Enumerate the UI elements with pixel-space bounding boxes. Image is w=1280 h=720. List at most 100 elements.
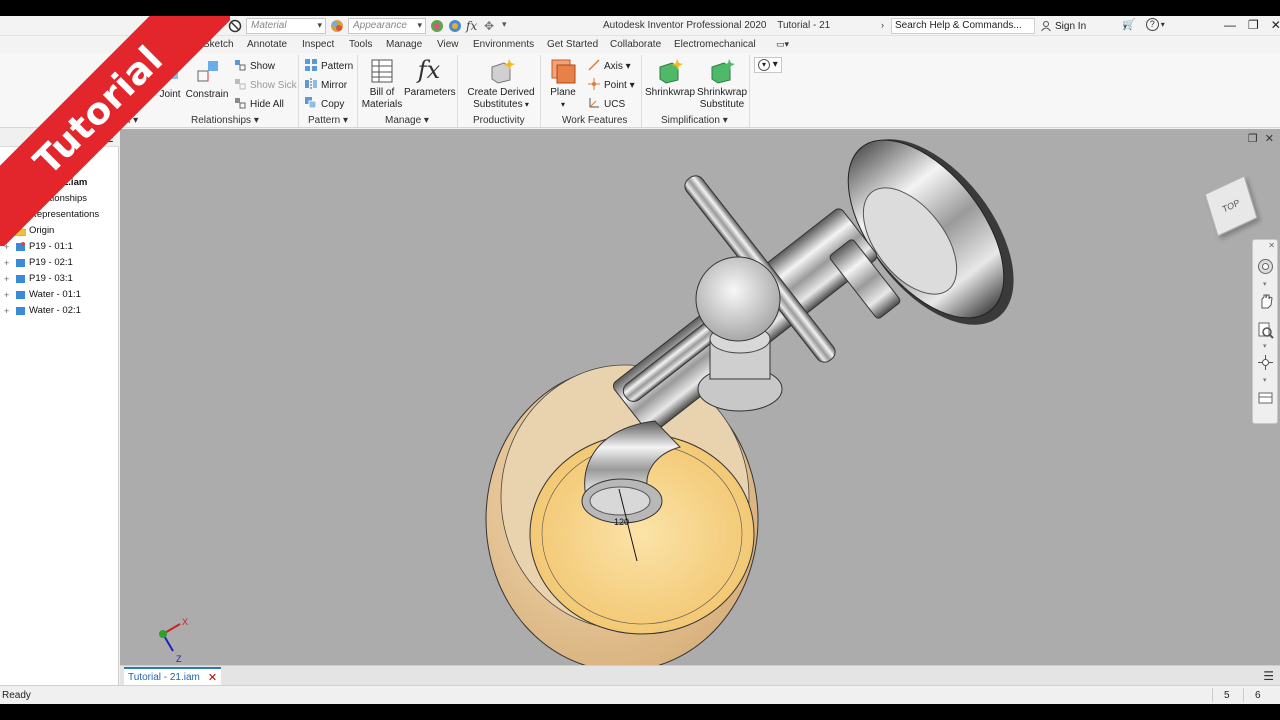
viewport-restore-icon[interactable]: ❐ — [1248, 133, 1258, 145]
mirror-button[interactable]: Mirror — [305, 78, 347, 91]
expand-icon[interactable]: + — [4, 242, 12, 252]
expand-icon[interactable]: + — [4, 306, 12, 316]
tab-electromechanical[interactable]: Electromechanical — [674, 39, 756, 50]
steering-wheel-icon[interactable] — [1257, 258, 1274, 275]
clear-appearance-icon[interactable] — [448, 19, 462, 33]
expand-icon[interactable]: + — [4, 226, 12, 236]
tab-tools[interactable]: Tools — [349, 39, 372, 50]
shrinkwrap-button[interactable]: Shrinkwrap — [645, 57, 695, 99]
tree-item-origin[interactable]: + Origin — [4, 225, 54, 236]
panel-label-position[interactable]: ion ▾ — [117, 115, 138, 126]
tab-inspect[interactable]: Inspect — [302, 39, 334, 50]
joint-button[interactable]: Joint — [158, 57, 182, 101]
ribbon-options-icon[interactable]: ▭▾ — [776, 39, 789, 50]
minimize-icon[interactable]: — — [1224, 18, 1236, 32]
constrain-button[interactable]: Constrain — [185, 57, 229, 101]
parameters-button[interactable]: fx Parameters — [404, 57, 456, 99]
tab-collaborate[interactable]: Collaborate — [610, 39, 661, 50]
expand-icon[interactable]: + — [4, 274, 12, 284]
panel-divider — [749, 55, 750, 127]
tab-annotate[interactable]: Annotate — [247, 39, 287, 50]
search-help-input[interactable]: Search Help & Commands... — [891, 18, 1035, 34]
tree-item-relationships[interactable]: Relationships — [30, 193, 87, 204]
ucs-button[interactable]: UCS — [588, 97, 625, 110]
tree-item-representations[interactable]: Representations — [16, 209, 99, 220]
tab-sketch[interactable]: Sketch — [203, 39, 234, 50]
pan-icon[interactable] — [1257, 292, 1274, 309]
show-button[interactable]: Show — [234, 59, 275, 72]
navbar-close-icon[interactable]: ✕ — [1268, 241, 1275, 250]
expand-icon[interactable]: + — [4, 290, 12, 300]
ribbon-extra-dropdown[interactable]: ▾ ▾ — [754, 57, 782, 73]
document-tab[interactable]: Tutorial - 21.iam ✕ — [124, 667, 222, 685]
panel-label-pattern[interactable]: Pattern ▾ — [308, 115, 348, 126]
panel-divider — [298, 55, 299, 127]
status-count-1: 5 — [1224, 690, 1230, 701]
tab-view[interactable]: View — [437, 39, 459, 50]
browser-modeling-label[interactable]: eling — [62, 155, 82, 166]
expand-icon[interactable]: + — [4, 258, 12, 268]
dropdown-arrow-icon[interactable]: ▾ — [218, 19, 224, 33]
tree-item-part[interactable]: + Water - 01:1 — [4, 289, 81, 300]
title-bar: ▾ Material Appearance fx ✥ ▾ Autodesk In… — [0, 16, 1280, 36]
copy-button[interactable]: Copy — [305, 97, 344, 110]
chevron-right-icon[interactable]: › — [881, 20, 884, 30]
tab-menu-icon[interactable]: ☰ — [1263, 669, 1274, 683]
panel-label-relationships[interactable]: Relationships ▾ — [191, 115, 259, 126]
bill-of-materials-button[interactable]: Bill of Materials — [360, 57, 404, 111]
move-icon[interactable]: ✥ — [484, 19, 498, 33]
wheel-dropdown-icon[interactable]: ▾ — [1263, 280, 1267, 288]
joint-icon — [162, 63, 178, 79]
tree-item-part[interactable]: + Water - 02:1 — [4, 305, 81, 316]
orbit-icon[interactable] — [1257, 354, 1274, 371]
shrinkwrap-substitute-button[interactable]: Shrinkwrap Substitute — [697, 57, 747, 111]
zoom-icon[interactable] — [1257, 322, 1274, 339]
tab-get-started[interactable]: Get Started — [547, 39, 598, 50]
tab-manage[interactable]: Manage — [386, 39, 422, 50]
plane-label: Plane — [550, 87, 576, 98]
panel-label-manage[interactable]: Manage ▾ — [385, 115, 429, 126]
adjust-appearance-icon[interactable] — [430, 19, 444, 33]
plane-icon — [551, 59, 576, 84]
select-icon[interactable] — [200, 19, 214, 33]
show-sick-button[interactable]: Show Sick — [234, 78, 297, 91]
axis-button[interactable]: Axis ▾ — [588, 59, 631, 72]
folder-icon — [14, 226, 27, 236]
help-button[interactable]: ? ▾ — [1145, 18, 1165, 31]
panel-label-work-features[interactable]: Work Features — [562, 115, 627, 126]
hide-all-label: Hide All — [250, 99, 284, 110]
restore-icon[interactable]: ❐ — [1248, 18, 1259, 32]
cart-icon[interactable]: 🛒 — [1122, 18, 1136, 31]
panel-label-productivity[interactable]: Productivity — [473, 115, 525, 126]
hide-all-button[interactable]: Hide All — [234, 97, 284, 110]
create-derived-substitutes-button[interactable]: Create Derived Substitutes ▾ — [466, 57, 536, 111]
plane-button[interactable]: Plane ▾ — [547, 57, 579, 111]
material-dropdown[interactable]: Material — [246, 18, 326, 34]
graphics-viewport[interactable]: 120 X Z TOP ❐ ✕ — [120, 129, 1280, 665]
pattern-button[interactable]: Pattern — [305, 59, 353, 72]
look-at-icon[interactable] — [1257, 388, 1274, 405]
tab-environments[interactable]: Environments — [473, 39, 534, 50]
close-tab-icon[interactable]: ✕ — [208, 671, 217, 684]
viewport-close-icon[interactable]: ✕ — [1265, 133, 1274, 145]
browser-close-icon[interactable]: ✕ — [90, 132, 99, 145]
customize-arrow-icon[interactable]: ▾ — [502, 19, 516, 33]
tree-item-part[interactable]: + P19 - 03:1 — [4, 273, 73, 284]
zoom-dropdown-icon[interactable]: ▾ — [1263, 342, 1267, 350]
tree-item-part[interactable]: + P19 - 01:1 — [4, 241, 73, 252]
appearance-sphere-icon[interactable] — [330, 19, 344, 33]
appearance-dropdown[interactable]: Appearance — [348, 18, 426, 34]
clear-override-icon[interactable] — [228, 19, 242, 33]
derived-label-1: Create Derived — [467, 87, 535, 98]
panel-label-simplification[interactable]: Simplification ▾ — [661, 115, 728, 126]
fx-icon[interactable]: fx — [466, 19, 480, 33]
position-panel-label: ion — [117, 115, 131, 126]
browser-root-assembly[interactable]: 1 - 21.iam — [44, 177, 87, 188]
model-scene[interactable]: 120 X Z — [120, 129, 1280, 665]
browser-menu-icon[interactable]: ☰ — [103, 131, 114, 145]
orbit-dropdown-icon[interactable]: ▾ — [1263, 376, 1267, 384]
close-icon[interactable]: ✕ — [1271, 18, 1280, 32]
point-button[interactable]: Point ▾ — [588, 78, 635, 91]
tree-item-part[interactable]: + P19 - 02:1 — [4, 257, 73, 268]
sign-in-button[interactable]: Sign In ▾ — [1040, 20, 1127, 32]
